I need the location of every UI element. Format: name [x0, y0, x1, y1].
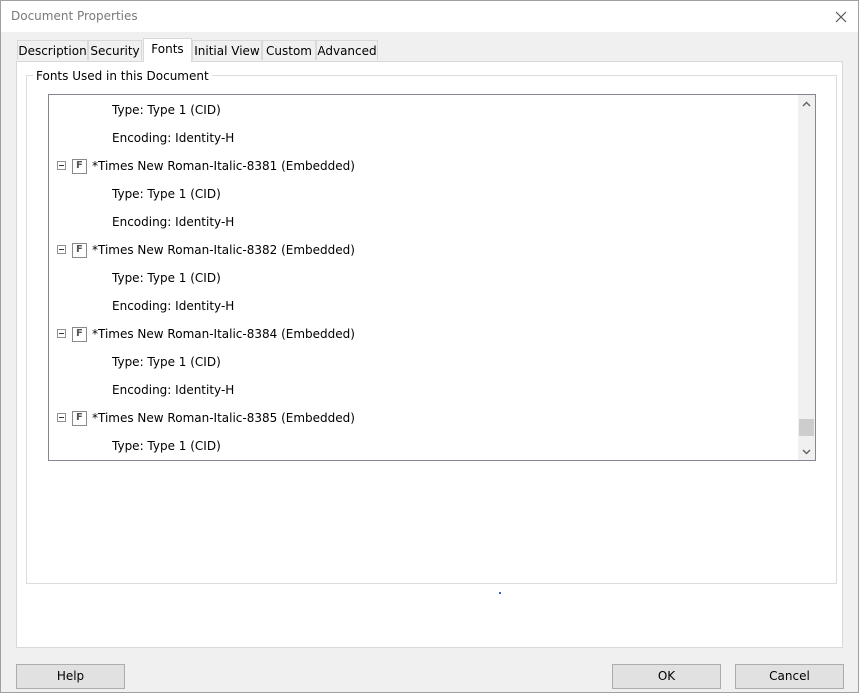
font-property-item: Type: Type 1 (CID)	[112, 355, 221, 369]
font-name-label: *Times New Roman-Italic-8381 (Embedded)	[92, 159, 355, 173]
font-file-icon: F	[72, 411, 87, 426]
font-icon-glyph: F	[76, 328, 83, 339]
tab-label: Description	[18, 44, 87, 58]
tab-custom[interactable]: Custom	[262, 40, 316, 60]
group-label: Fonts Used in this Document	[33, 69, 212, 83]
fonts-tree[interactable]: Type: Type 1 (CID) Encoding: Identity-H F *…	[48, 94, 816, 461]
collapse-minus-icon[interactable]	[57, 413, 66, 422]
focus-dot	[499, 592, 501, 594]
cancel-button[interactable]: Cancel	[735, 664, 844, 689]
scroll-down-button[interactable]	[798, 443, 815, 460]
font-property-item: Encoding: Identity-H	[112, 131, 235, 145]
scroll-up-button[interactable]	[798, 95, 815, 112]
scrollbar-thumb[interactable]	[799, 419, 814, 436]
font-property-item: Encoding: Identity-H	[112, 299, 235, 313]
tab-initial-view[interactable]: Initial View	[192, 40, 262, 60]
font-icon-glyph: F	[76, 160, 83, 171]
font-property-item: Type: Type 1 (CID)	[112, 187, 221, 201]
font-icon-glyph: F	[76, 244, 83, 255]
help-button[interactable]: Help	[16, 664, 125, 689]
tab-label: Custom	[266, 44, 312, 58]
vertical-scrollbar[interactable]	[798, 95, 815, 460]
font-name-label: *Times New Roman-Italic-8385 (Embedded)	[92, 411, 355, 425]
document-properties-dialog: Document Properties Description Security…	[0, 0, 859, 693]
tab-fonts[interactable]: Fonts	[143, 38, 192, 62]
font-property-item: Type: Type 1 (CID)	[112, 271, 221, 285]
close-icon	[835, 11, 847, 22]
collapse-minus-icon[interactable]	[57, 245, 66, 254]
collapse-minus-icon[interactable]	[57, 329, 66, 338]
font-file-icon: F	[72, 327, 87, 342]
tab-label: Advanced	[317, 44, 377, 58]
tab-advanced[interactable]: Advanced	[316, 40, 378, 60]
tab-description[interactable]: Description	[17, 40, 88, 60]
font-icon-glyph: F	[76, 412, 83, 423]
font-file-icon: F	[72, 159, 87, 174]
title-bar: Document Properties	[1, 1, 858, 32]
collapse-minus-icon[interactable]	[57, 161, 66, 170]
font-name-label: *Times New Roman-Italic-8382 (Embedded)	[92, 243, 355, 257]
font-file-icon: F	[72, 243, 87, 258]
tab-label: Initial View	[194, 44, 260, 58]
font-property-item: Encoding: Identity-H	[112, 215, 235, 229]
chevron-down-icon	[802, 449, 811, 454]
font-property-item: Type: Type 1 (CID)	[112, 439, 221, 453]
ok-button[interactable]: OK	[612, 664, 721, 689]
tab-label: Security	[90, 44, 140, 58]
close-button[interactable]	[824, 1, 858, 32]
fonts-panel: Fonts Used in this Document Type: Type 1…	[16, 61, 843, 648]
font-property-item: Type: Type 1 (CID)	[112, 103, 221, 117]
tab-security[interactable]: Security	[88, 40, 142, 60]
tab-label: Fonts	[151, 42, 184, 56]
font-name-label: *Times New Roman-Italic-8384 (Embedded)	[92, 327, 355, 341]
window-title: Document Properties	[11, 9, 138, 23]
chevron-up-icon	[802, 101, 811, 106]
font-property-item: Encoding: Identity-H	[112, 383, 235, 397]
fonts-groupbox: Fonts Used in this Document Type: Type 1…	[26, 69, 837, 594]
